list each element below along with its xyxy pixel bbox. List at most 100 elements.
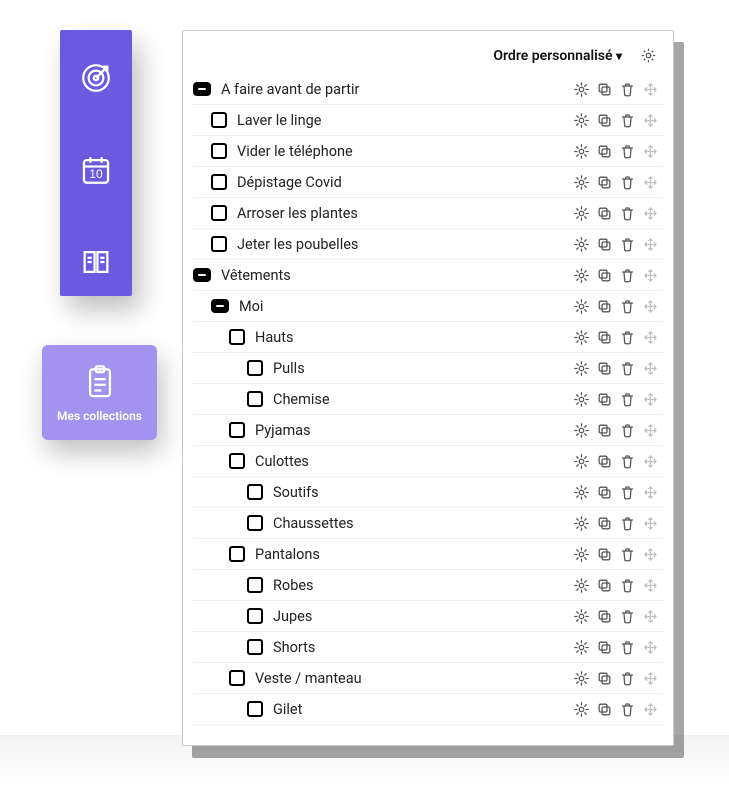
sidebar-item-calendar[interactable]: 10 xyxy=(76,150,116,190)
item-checkbox[interactable] xyxy=(211,143,227,159)
row-copy-button[interactable] xyxy=(596,701,613,718)
row-delete-button[interactable] xyxy=(619,360,636,377)
row-delete-button[interactable] xyxy=(619,298,636,315)
row-delete-button[interactable] xyxy=(619,701,636,718)
collapse-toggle[interactable] xyxy=(211,299,229,313)
row-delete-button[interactable] xyxy=(619,205,636,222)
row-settings-button[interactable] xyxy=(573,391,590,408)
row-delete-button[interactable] xyxy=(619,670,636,687)
row-settings-button[interactable] xyxy=(573,298,590,315)
row-copy-button[interactable] xyxy=(596,453,613,470)
sort-dropdown[interactable]: Ordre personnalisé ▾ xyxy=(493,48,622,64)
row-settings-button[interactable] xyxy=(573,267,590,284)
row-copy-button[interactable] xyxy=(596,546,613,563)
row-delete-button[interactable] xyxy=(619,81,636,98)
row-delete-button[interactable] xyxy=(619,608,636,625)
item-checkbox[interactable] xyxy=(247,391,263,407)
row-delete-button[interactable] xyxy=(619,515,636,532)
item-checkbox[interactable] xyxy=(229,546,245,562)
row-copy-button[interactable] xyxy=(596,81,613,98)
row-settings-button[interactable] xyxy=(573,577,590,594)
row-copy-button[interactable] xyxy=(596,515,613,532)
row-settings-button[interactable] xyxy=(573,453,590,470)
item-checkbox[interactable] xyxy=(229,670,245,686)
row-settings-button[interactable] xyxy=(573,608,590,625)
row-copy-button[interactable] xyxy=(596,267,613,284)
row-delete-button[interactable] xyxy=(619,112,636,129)
collapse-toggle[interactable] xyxy=(193,82,211,96)
row-copy-button[interactable] xyxy=(596,360,613,377)
row-settings-button[interactable] xyxy=(573,422,590,439)
row-copy-button[interactable] xyxy=(596,143,613,160)
row-delete-button[interactable] xyxy=(619,329,636,346)
item-checkbox[interactable] xyxy=(211,205,227,221)
row-move-handle[interactable] xyxy=(642,577,659,594)
row-delete-button[interactable] xyxy=(619,484,636,501)
row-settings-button[interactable] xyxy=(573,81,590,98)
row-move-handle[interactable] xyxy=(642,143,659,160)
item-checkbox[interactable] xyxy=(247,639,263,655)
row-copy-button[interactable] xyxy=(596,670,613,687)
row-delete-button[interactable] xyxy=(619,639,636,656)
row-move-handle[interactable] xyxy=(642,112,659,129)
collapse-toggle[interactable] xyxy=(193,268,211,282)
row-move-handle[interactable] xyxy=(642,174,659,191)
item-checkbox[interactable] xyxy=(247,515,263,531)
row-move-handle[interactable] xyxy=(642,670,659,687)
row-move-handle[interactable] xyxy=(642,267,659,284)
row-copy-button[interactable] xyxy=(596,236,613,253)
row-copy-button[interactable] xyxy=(596,639,613,656)
item-checkbox[interactable] xyxy=(247,701,263,717)
row-move-handle[interactable] xyxy=(642,546,659,563)
row-settings-button[interactable] xyxy=(573,329,590,346)
row-delete-button[interactable] xyxy=(619,577,636,594)
row-settings-button[interactable] xyxy=(573,515,590,532)
row-delete-button[interactable] xyxy=(619,391,636,408)
item-checkbox[interactable] xyxy=(229,422,245,438)
row-move-handle[interactable] xyxy=(642,298,659,315)
row-settings-button[interactable] xyxy=(573,112,590,129)
item-checkbox[interactable] xyxy=(247,360,263,376)
row-copy-button[interactable] xyxy=(596,577,613,594)
row-copy-button[interactable] xyxy=(596,329,613,346)
row-move-handle[interactable] xyxy=(642,608,659,625)
sidebar-item-notes[interactable] xyxy=(76,242,116,282)
item-checkbox[interactable] xyxy=(229,453,245,469)
row-move-handle[interactable] xyxy=(642,484,659,501)
item-checkbox[interactable] xyxy=(247,577,263,593)
row-settings-button[interactable] xyxy=(573,236,590,253)
row-settings-button[interactable] xyxy=(573,174,590,191)
row-move-handle[interactable] xyxy=(642,329,659,346)
row-settings-button[interactable] xyxy=(573,484,590,501)
row-move-handle[interactable] xyxy=(642,205,659,222)
row-copy-button[interactable] xyxy=(596,205,613,222)
row-copy-button[interactable] xyxy=(596,608,613,625)
row-copy-button[interactable] xyxy=(596,391,613,408)
row-delete-button[interactable] xyxy=(619,546,636,563)
row-settings-button[interactable] xyxy=(573,670,590,687)
row-move-handle[interactable] xyxy=(642,236,659,253)
row-move-handle[interactable] xyxy=(642,422,659,439)
row-move-handle[interactable] xyxy=(642,391,659,408)
row-delete-button[interactable] xyxy=(619,267,636,284)
item-checkbox[interactable] xyxy=(211,174,227,190)
row-move-handle[interactable] xyxy=(642,701,659,718)
row-settings-button[interactable] xyxy=(573,546,590,563)
item-checkbox[interactable] xyxy=(211,112,227,128)
row-move-handle[interactable] xyxy=(642,453,659,470)
row-copy-button[interactable] xyxy=(596,484,613,501)
row-delete-button[interactable] xyxy=(619,453,636,470)
item-checkbox[interactable] xyxy=(229,329,245,345)
item-checkbox[interactable] xyxy=(247,608,263,624)
sidebar-tab-collections[interactable]: Mes collections xyxy=(42,345,157,440)
row-delete-button[interactable] xyxy=(619,236,636,253)
row-settings-button[interactable] xyxy=(573,205,590,222)
item-checkbox[interactable] xyxy=(247,484,263,500)
row-copy-button[interactable] xyxy=(596,422,613,439)
row-delete-button[interactable] xyxy=(619,174,636,191)
item-checkbox[interactable] xyxy=(211,236,227,252)
row-move-handle[interactable] xyxy=(642,81,659,98)
row-copy-button[interactable] xyxy=(596,112,613,129)
row-copy-button[interactable] xyxy=(596,298,613,315)
row-move-handle[interactable] xyxy=(642,639,659,656)
